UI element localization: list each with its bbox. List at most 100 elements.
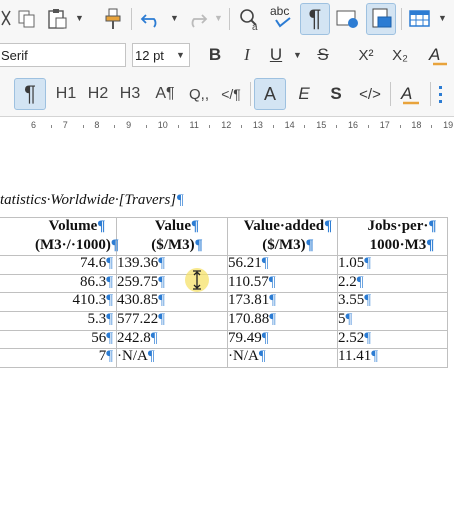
copy-icon[interactable]	[14, 6, 40, 32]
font-size-dropdown-icon[interactable]: ▼	[176, 50, 185, 60]
pilcrow-mark: ¶	[364, 255, 372, 271]
web-view-icon[interactable]	[334, 5, 362, 33]
ruler-mark: 18	[411, 120, 422, 130]
pilcrow-mark: ¶	[147, 348, 155, 364]
heading2-style-button[interactable]: H2	[84, 80, 112, 108]
cell-value: 430.85	[117, 292, 159, 308]
pilcrow-mark: ¶	[106, 292, 113, 308]
table-header-cell[interactable]: ($/M3)¶	[243, 237, 333, 254]
emphasis-style-button[interactable]: E	[290, 80, 318, 108]
italic-button[interactable]: I	[234, 42, 260, 68]
clear-formatting-icon[interactable]: A	[424, 42, 452, 68]
table-header-cell[interactable]: 1000·M3¶	[357, 237, 447, 254]
clone-formatting-icon[interactable]	[100, 5, 126, 33]
table-cell[interactable]: 86.3¶	[0, 274, 113, 291]
table-cell[interactable]: 56¶	[0, 330, 113, 347]
table-cell[interactable]: 577.22¶	[117, 311, 165, 328]
table-cell[interactable]: 2.2¶	[338, 274, 364, 291]
ruler-mark: 8	[94, 120, 100, 130]
pilcrow-mark: ¶	[364, 292, 372, 308]
cell-value: 5.3	[87, 311, 107, 327]
table-cell[interactable]: 79.49¶	[228, 330, 269, 347]
ruler-tick	[178, 125, 179, 128]
pilcrow-mark: ¶	[158, 292, 166, 308]
table-cell[interactable]: 5.3¶	[0, 311, 113, 328]
redo-dropdown-icon[interactable]: ▼	[214, 13, 223, 23]
paste-dropdown-icon[interactable]: ▼	[75, 13, 84, 23]
default-paragraph-style-button[interactable]: ¶	[14, 78, 46, 110]
table-cell[interactable]: 173.81¶	[228, 292, 276, 309]
table-cell[interactable]: 410.3¶	[0, 292, 113, 309]
pilcrow-mark: ¶	[428, 218, 437, 234]
underline-button[interactable]: U	[264, 42, 288, 68]
underline-dropdown-icon[interactable]: ▼	[293, 50, 302, 60]
table-header-cell[interactable]: Value·added¶	[243, 218, 333, 235]
pilcrow-mark: ¶	[110, 237, 119, 253]
pilcrow-mark: ¶	[261, 255, 269, 271]
preformatted-style-button[interactable]: </¶	[216, 80, 246, 108]
table-header-cell[interactable]: ($/M3)¶	[132, 237, 222, 254]
table-header-cell[interactable]: (M3·/·1000)¶	[32, 237, 122, 254]
separator	[401, 8, 402, 30]
heading1-style-button[interactable]: H1	[52, 80, 80, 108]
spellcheck-icon[interactable]: abc	[268, 3, 296, 35]
strikethrough-button[interactable]: S	[310, 42, 336, 68]
find-replace-icon[interactable]: a	[236, 5, 264, 33]
print-layout-toggle[interactable]	[366, 3, 396, 35]
header-text: Value	[154, 218, 191, 234]
subscript-button[interactable]: X₂	[386, 42, 414, 68]
heading3-style-button[interactable]: H3	[116, 80, 144, 108]
table-cell[interactable]: 139.36¶	[117, 255, 165, 272]
table-header-cell[interactable]: Jobs·per·¶	[357, 218, 447, 235]
table-cell[interactable]: 11.41¶	[338, 348, 378, 365]
pilcrow-mark: ¶	[261, 330, 269, 346]
ruler-mark: 11	[189, 120, 199, 130]
table-cell[interactable]: 170.88¶	[228, 311, 276, 328]
source-text-style-button[interactable]: </>	[354, 80, 386, 108]
table-cell[interactable]: 7¶	[0, 348, 113, 365]
pilcrow-mark: ¶	[258, 348, 266, 364]
font-name-field[interactable]: Serif	[0, 43, 126, 67]
table-cell[interactable]: 5¶	[338, 311, 352, 328]
formatting-marks-toggle[interactable]: ¶	[300, 3, 330, 35]
ruler-tick	[336, 125, 337, 128]
ruler-mark: 13	[252, 120, 263, 130]
insert-table-icon[interactable]	[406, 5, 434, 33]
cut-icon[interactable]	[0, 6, 12, 32]
table-cell[interactable]: 430.85¶	[117, 292, 165, 309]
table-cell[interactable]: 3.55¶	[338, 292, 371, 309]
table-cell[interactable]: ·N/A¶	[117, 348, 155, 365]
table-cell[interactable]: 1.05¶	[338, 255, 371, 272]
undo-dropdown-icon[interactable]: ▼	[170, 13, 179, 23]
no-character-style-icon[interactable]: A	[396, 80, 424, 108]
list-icon[interactable]	[436, 80, 454, 108]
table-cell[interactable]: 259.75¶	[117, 274, 165, 291]
table-cell[interactable]: 74.6¶	[0, 255, 113, 272]
bold-button[interactable]: B	[202, 42, 228, 68]
cell-value: 3.55	[338, 292, 365, 308]
table-header-cell[interactable]: Value¶	[132, 218, 222, 235]
quotation-style-button[interactable]: Q,,	[184, 80, 214, 108]
table-cell[interactable]: 2.52¶	[338, 330, 371, 347]
redo-icon[interactable]	[184, 5, 210, 33]
header-text: Value·added	[243, 218, 325, 234]
table-cell[interactable]: 242.8¶	[117, 330, 158, 347]
paste-icon[interactable]	[44, 5, 70, 33]
insert-table-dropdown-icon[interactable]: ▼	[438, 13, 447, 23]
strong-emphasis-style-button[interactable]: S	[322, 80, 350, 108]
spellcheck-label: abc	[270, 4, 289, 18]
table-cell[interactable]: 110.57¶	[228, 274, 276, 291]
ruler-mark: 19	[443, 120, 454, 130]
table-header-cell[interactable]: Volume¶	[32, 218, 122, 235]
table-cell[interactable]: ·N/A¶	[228, 348, 266, 365]
cell-value: ·N/A	[117, 348, 148, 364]
formatting-toolbar: Serif 12 pt ▼ B I U ▼ S X² X₂ A	[0, 38, 454, 72]
ruler-mark: 14	[284, 120, 295, 130]
undo-icon[interactable]	[138, 5, 164, 33]
superscript-button[interactable]: X²	[352, 42, 380, 68]
horizontal-ruler[interactable]: 6 7 8 9 10 11 12 13 14 15 16 17 18 19	[0, 117, 454, 138]
default-character-style-button[interactable]: A	[254, 78, 286, 110]
ruler-tick	[146, 125, 147, 128]
table-cell[interactable]: 56.21¶	[228, 255, 269, 272]
text-body-style-button[interactable]: A¶	[150, 80, 180, 108]
